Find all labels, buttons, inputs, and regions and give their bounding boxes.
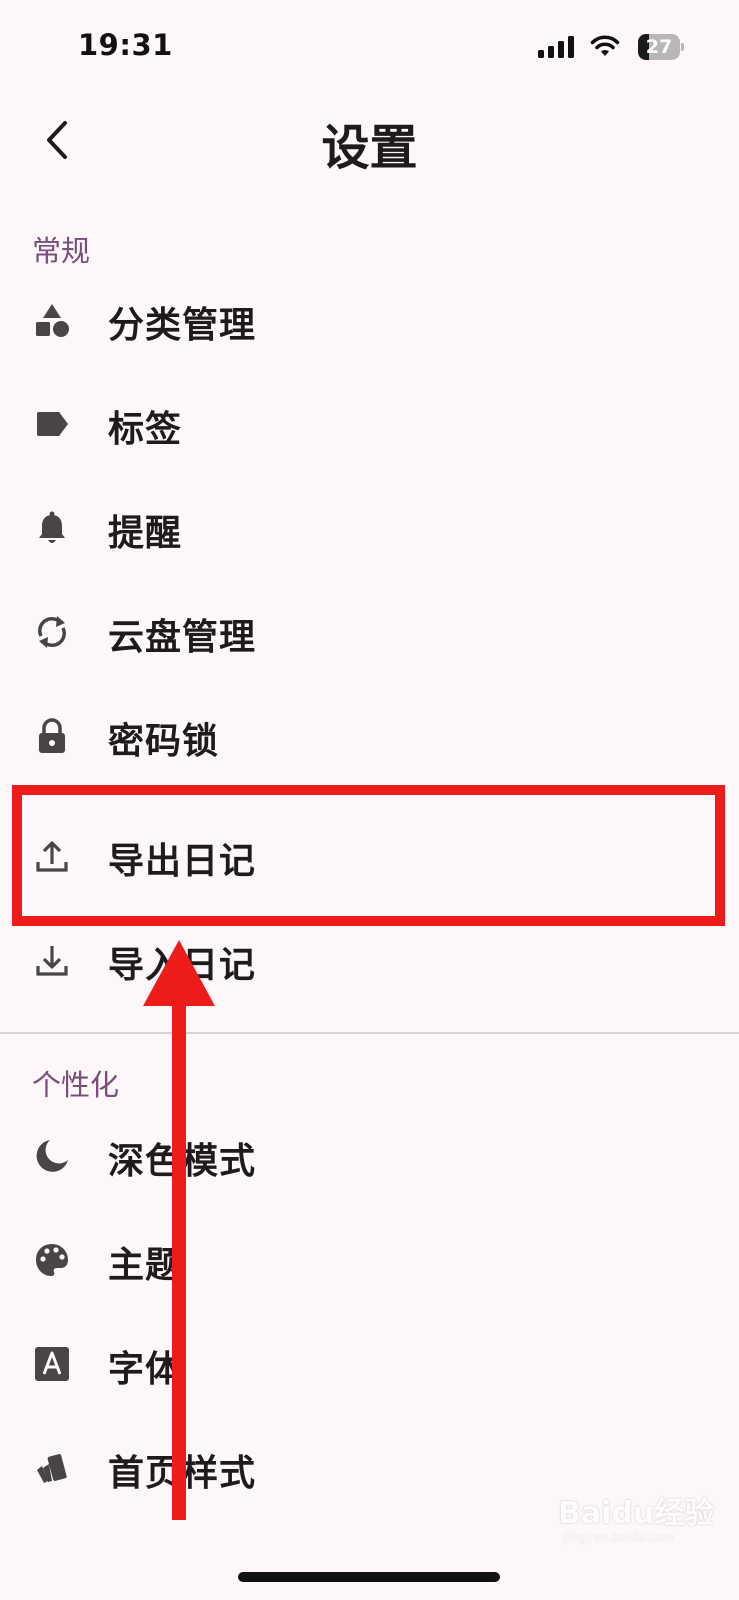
font-icon xyxy=(34,1346,70,1382)
page-title: 设置 xyxy=(321,120,418,176)
menu-item-label: 导入日记 xyxy=(108,945,257,986)
menu-item-label: 导出日记 xyxy=(108,841,257,882)
bell-icon xyxy=(34,510,70,546)
wifi-icon xyxy=(590,34,620,62)
menu-item-cloud-drive[interactable]: 云盘管理 xyxy=(0,584,739,680)
sync-icon xyxy=(34,614,70,650)
section-divider xyxy=(0,1032,739,1034)
status-time: 19:31 xyxy=(78,28,173,62)
cellular-signal-icon xyxy=(538,36,574,62)
moon-icon xyxy=(34,1138,70,1174)
menu-item-label: 提醒 xyxy=(108,513,183,554)
menu-item-export-diary[interactable]: 导出日记 xyxy=(0,808,739,904)
upload-icon xyxy=(34,838,70,874)
menu-item-font[interactable]: 字体 xyxy=(0,1316,739,1412)
download-icon xyxy=(34,942,70,978)
baidu-watermark: Baidu经验 jingyan.baidu.com xyxy=(558,1470,714,1554)
cards-style-icon xyxy=(34,1450,70,1486)
menu-item-passcode-lock[interactable]: 密码锁 xyxy=(0,688,739,784)
watermark-logo: Baidu经验 xyxy=(558,1496,715,1531)
menu-item-label: 分类管理 xyxy=(108,305,257,346)
menu-item-import-diary[interactable]: 导入日记 xyxy=(0,912,739,1008)
lock-icon xyxy=(34,718,70,754)
menu-item-label: 标签 xyxy=(108,409,183,450)
menu-item-label: 云盘管理 xyxy=(108,617,257,658)
menu-item-category-management[interactable]: 分类管理 xyxy=(0,272,739,368)
watermark-url: jingyan.baidu.com xyxy=(564,1530,675,1544)
section-title-general: 常规 xyxy=(32,234,91,268)
battery-icon: 27 xyxy=(638,34,684,60)
menu-item-label: 字体 xyxy=(108,1349,183,1390)
home-indicator[interactable] xyxy=(238,1572,500,1582)
section-title-personalization: 个性化 xyxy=(32,1068,120,1102)
menu-item-label: 首页样式 xyxy=(108,1453,257,1494)
menu-item-tags[interactable]: 标签 xyxy=(0,376,739,472)
menu-item-label: 主题 xyxy=(108,1245,183,1286)
menu-item-label: 深色模式 xyxy=(108,1141,257,1182)
label-tag-icon xyxy=(34,406,70,442)
battery-percentage: 27 xyxy=(645,36,673,58)
menu-item-reminders[interactable]: 提醒 xyxy=(0,480,739,576)
menu-item-theme[interactable]: 主题 xyxy=(0,1212,739,1308)
menu-item-label: 密码锁 xyxy=(108,721,220,762)
category-shapes-icon xyxy=(34,302,70,338)
status-bar: 19:31 27 xyxy=(0,0,739,90)
palette-icon xyxy=(34,1242,70,1278)
menu-item-dark-mode[interactable]: 深色模式 xyxy=(0,1108,739,1204)
